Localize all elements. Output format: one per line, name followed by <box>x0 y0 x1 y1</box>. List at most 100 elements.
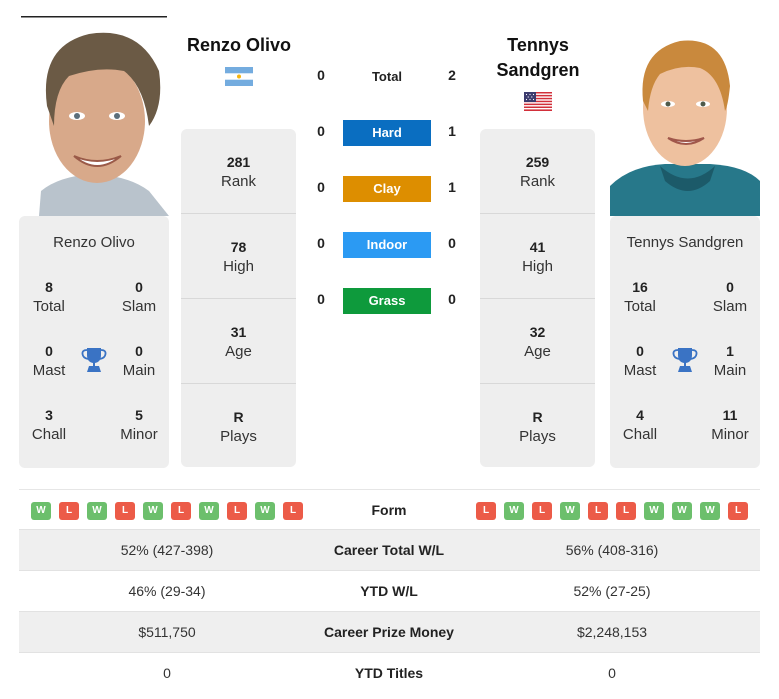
titles-minor: 5 Minor <box>109 406 169 446</box>
titles-slam-label: Slam <box>121 298 157 315</box>
stat-label: YTD W/L <box>360 583 418 599</box>
h2h-indoor-p2: 0 <box>448 235 456 251</box>
h2h-total-p2: 2 <box>448 67 456 83</box>
titles-main-label: Main <box>122 362 156 379</box>
titles-chall: 3 Chall <box>19 406 79 446</box>
titles-chall-value: 3 <box>45 407 53 423</box>
player2-name-heading[interactable]: Tennys Sandgren <box>470 33 606 83</box>
player1-form-badge-win[interactable]: W <box>143 502 163 520</box>
player2-age: 32 Age <box>480 299 595 384</box>
player1-form-badge-win[interactable]: W <box>87 502 107 520</box>
h2h-clay-p1: 0 <box>317 179 325 195</box>
titles-total-label: Total <box>624 298 656 315</box>
plays-label: Plays <box>519 428 556 445</box>
player2-form-badge-win[interactable]: W <box>644 502 664 520</box>
player1-form-badge-loss[interactable]: L <box>227 502 247 520</box>
plays-value: R <box>532 409 543 425</box>
titles-slam: 0 Slam <box>109 278 169 318</box>
argentina-flag-icon <box>225 67 253 86</box>
player2-form-badge-win[interactable]: W <box>560 502 580 520</box>
surface-indoor-badge[interactable]: Indoor <box>343 232 431 258</box>
titles-mast: 0 Mast <box>610 342 670 382</box>
trophy-icon <box>672 348 698 372</box>
player1-name-label[interactable]: Renzo Olivo <box>19 234 169 251</box>
player1-name-heading[interactable]: Renzo Olivo <box>170 33 308 58</box>
player1-value: 46% (29-34) <box>128 583 206 599</box>
player1-rank-panel: 281 Rank 78 High 31 Age R Plays <box>181 129 296 467</box>
player2-name-line2: Sandgren <box>496 60 580 80</box>
titles-slam-value: 0 <box>726 279 734 295</box>
titles-total: 16 Total <box>610 278 670 318</box>
stat-label: Career Total W/L <box>333 542 445 558</box>
stat-label: Career Prize Money <box>324 624 454 640</box>
surface-clay-badge[interactable]: Clay <box>343 176 431 202</box>
titles-chall-value: 4 <box>636 407 644 423</box>
player1-form-badge-loss[interactable]: L <box>171 502 191 520</box>
player1-form-badge-win[interactable]: W <box>255 502 275 520</box>
h2h-grass-p2: 0 <box>448 291 456 307</box>
player1-plays: R Plays <box>181 384 296 469</box>
player2-rank-panel: 259 Rank 41 High 32 Age R Plays <box>480 129 595 467</box>
high-value: 41 <box>529 239 546 255</box>
surface-grass-badge[interactable]: Grass <box>343 288 431 314</box>
player2-photo <box>610 16 760 216</box>
h2h-grass-p1: 0 <box>317 291 325 307</box>
titles-chall: 4 Chall <box>610 406 670 446</box>
titles-total-label: Total <box>33 298 65 315</box>
plays-value: R <box>233 409 244 425</box>
stat-row-ytd-wl: 46% (29-34) YTD W/L 52% (27-25) <box>19 570 760 612</box>
h2h-indoor-p1: 0 <box>317 235 325 251</box>
player1-form-badge-loss[interactable]: L <box>283 502 303 520</box>
high-label: High <box>522 258 553 275</box>
player1-age: 31 Age <box>181 299 296 384</box>
player1-value: 0 <box>163 665 171 681</box>
player2-form-badge-loss[interactable]: L <box>532 502 552 520</box>
player1-high: 78 High <box>181 214 296 299</box>
player2-titles-panel: Tennys Sandgren 16 Total 0 Slam 0 Mast 1… <box>610 216 760 468</box>
player1-form-badge-loss[interactable]: L <box>115 502 135 520</box>
h2h-clay-p2: 1 <box>448 179 456 195</box>
player2-value: $2,248,153 <box>576 624 648 640</box>
usa-flag-icon <box>524 92 552 111</box>
player2-form-badge-loss[interactable]: L <box>616 502 636 520</box>
player2-form-badge-loss[interactable]: L <box>476 502 496 520</box>
player1-form-badge-win[interactable]: W <box>31 502 51 520</box>
age-value: 31 <box>230 324 247 340</box>
player2-plays: R Plays <box>480 384 595 469</box>
titles-main: 0 Main <box>109 342 169 382</box>
stat-row-ytd-titles: 0 YTD Titles 0 <box>19 652 760 694</box>
surface-hard-badge[interactable]: Hard <box>343 120 431 146</box>
player2-name-label[interactable]: Tennys Sandgren <box>610 234 760 251</box>
stat-row-career-total: 52% (427-398) Career Total W/L 56% (408-… <box>19 529 760 571</box>
trophy-icon <box>81 348 107 372</box>
form-row: WLWLWLWLWL Form LWLWLLWWWL <box>19 489 760 530</box>
high-value: 78 <box>230 239 247 255</box>
player2-form-badge-loss[interactable]: L <box>728 502 748 520</box>
titles-minor-label: Minor <box>120 426 158 443</box>
player2-form-badge-loss[interactable]: L <box>588 502 608 520</box>
titles-chall-label: Chall <box>31 426 67 443</box>
h2h-hard-p2: 1 <box>448 123 456 139</box>
h2h-hard-p1: 0 <box>317 123 325 139</box>
stat-label: YTD Titles <box>354 665 424 681</box>
titles-main: 1 Main <box>700 342 760 382</box>
player1-value: $511,750 <box>138 624 196 640</box>
plays-label: Plays <box>220 428 257 445</box>
player1-form-badge-win[interactable]: W <box>199 502 219 520</box>
player2-form-badge-win[interactable]: W <box>504 502 524 520</box>
player2-high: 41 High <box>480 214 595 299</box>
h2h-total-label: Total <box>371 69 403 84</box>
titles-main-value: 0 <box>135 343 143 359</box>
player2-form-badge-win[interactable]: W <box>700 502 720 520</box>
titles-minor-value: 5 <box>135 407 143 423</box>
player2-rank: 259 Rank <box>480 129 595 214</box>
rank-value: 259 <box>525 154 550 170</box>
player2-form-badge-win[interactable]: W <box>672 502 692 520</box>
titles-minor-value: 11 <box>722 407 738 423</box>
player1-value: 52% (427-398) <box>120 542 214 558</box>
titles-main-value: 1 <box>726 343 734 359</box>
age-value: 32 <box>529 324 546 340</box>
titles-total-value: 8 <box>45 279 53 295</box>
high-label: High <box>223 258 254 275</box>
player1-form-badge-loss[interactable]: L <box>59 502 79 520</box>
